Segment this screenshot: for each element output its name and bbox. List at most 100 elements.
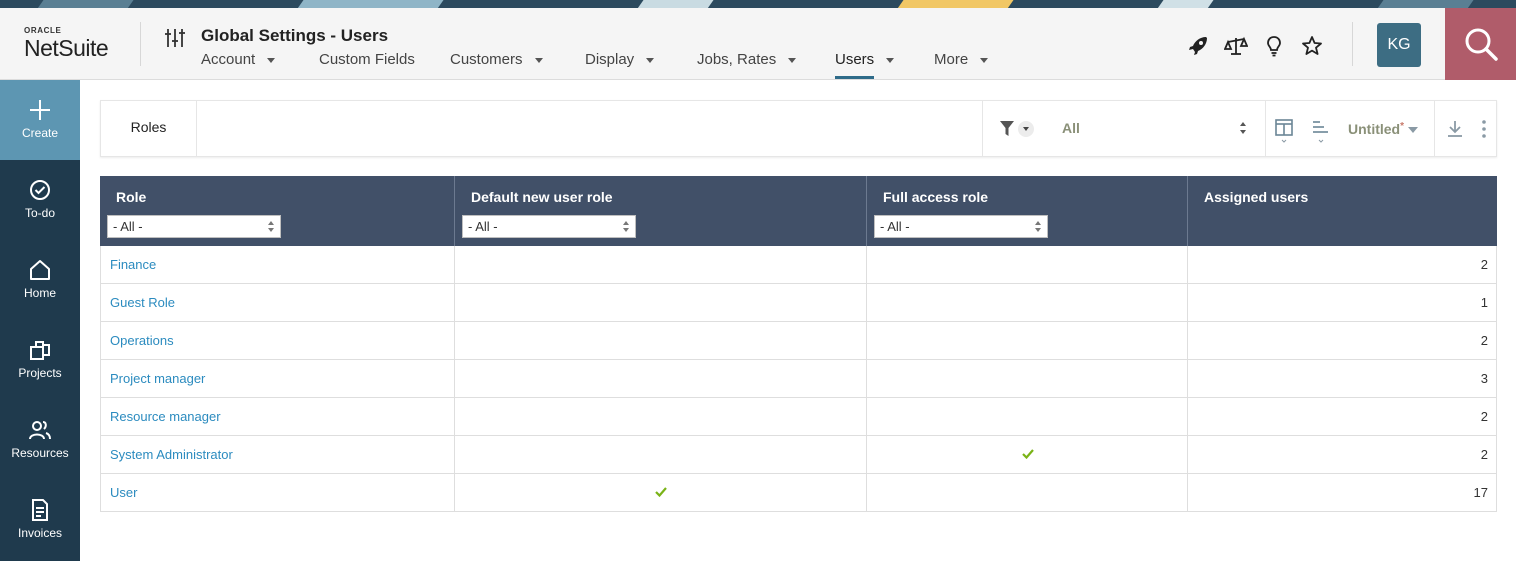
sidebar-item-label: Home	[23, 286, 56, 300]
table-row: Guest Role 1	[100, 284, 1497, 322]
chevron-down-icon	[1408, 127, 1419, 134]
chevron-down-icon	[646, 57, 655, 63]
default-role-filter-select[interactable]: - All -	[462, 215, 636, 238]
filter-value[interactable]: All	[1062, 120, 1080, 136]
nav-more[interactable]: More	[934, 51, 989, 81]
sidebar-item-label: Projects	[18, 366, 62, 380]
column-label: Assigned users	[1204, 189, 1309, 205]
sidebar-item-home[interactable]: Home	[0, 240, 80, 320]
check-circle-icon	[30, 180, 50, 200]
cell-full-access-role	[867, 284, 1188, 322]
rocket-icon[interactable]	[1186, 34, 1210, 58]
nav-label: Custom Fields	[319, 51, 415, 68]
table-header: Role - All - Default new user role - All…	[100, 176, 1497, 246]
table-row: Resource manager 2	[100, 398, 1497, 436]
role-link[interactable]: Guest Role	[101, 295, 175, 310]
role-link[interactable]: Resource manager	[101, 409, 221, 424]
global-search-button[interactable]	[1445, 8, 1516, 80]
sidebar-item-resources[interactable]: Resources	[0, 400, 80, 480]
page-title: Global Settings - Users	[201, 26, 389, 45]
nav-account[interactable]: Account	[201, 51, 276, 81]
view-name: Untitled	[1348, 121, 1401, 137]
invoice-icon	[32, 499, 48, 521]
logo-oracle-text: ORACLE	[24, 26, 62, 35]
cell-default-new-user-role	[455, 436, 867, 474]
chevron-down-icon	[886, 57, 895, 63]
cell-default-new-user-role	[455, 360, 867, 398]
cell-assigned-users: 2	[1188, 436, 1497, 474]
column-header-default-new-user-role: Default new user role - All -	[455, 176, 867, 246]
nav-label: Customers	[450, 51, 523, 68]
netsuite-logo[interactable]: ORACLE NetSuite	[24, 26, 124, 62]
cell-role: Resource manager	[100, 398, 455, 436]
nav-jobs-rates[interactable]: Jobs, Rates	[697, 51, 797, 81]
select-value: - All -	[880, 219, 910, 234]
cell-role: System Administrator	[100, 436, 455, 474]
sidebar-item-invoices[interactable]: Invoices	[0, 480, 80, 560]
select-arrows-icon	[1035, 221, 1041, 232]
cell-assigned-users: 1	[1188, 284, 1497, 322]
nav-label: Account	[201, 51, 256, 68]
cell-full-access-role	[867, 360, 1188, 398]
cell-full-access-role	[867, 436, 1188, 474]
user-avatar[interactable]: KG	[1377, 23, 1421, 67]
search-icon	[1465, 28, 1498, 61]
people-icon	[29, 421, 51, 440]
cell-role: Guest Role	[100, 284, 455, 322]
cell-full-access-role	[867, 246, 1188, 284]
table-row: Project manager 3	[100, 360, 1497, 398]
cell-role: Project manager	[100, 360, 455, 398]
download-icon[interactable]	[1446, 119, 1464, 139]
list-toolbar: Roles All Untitled*	[100, 100, 1497, 157]
role-filter-select[interactable]: - All -	[107, 215, 281, 238]
role-link[interactable]: System Administrator	[101, 447, 233, 462]
scale-icon[interactable]	[1224, 34, 1248, 58]
full-access-filter-select[interactable]: - All -	[874, 215, 1048, 238]
sidebar-item-label: Resources	[11, 446, 69, 460]
nav-display[interactable]: Display	[585, 51, 655, 81]
chevron-down-icon	[980, 57, 989, 63]
sidebar-item-todo[interactable]: To-do	[0, 160, 80, 240]
column-label: Full access role	[883, 189, 989, 205]
nav-label: Jobs, Rates	[697, 51, 777, 68]
chevron-down-icon	[788, 57, 797, 63]
sidebar-item-projects[interactable]: Projects	[0, 320, 80, 400]
nav-label: Display	[585, 51, 635, 68]
role-link[interactable]: Finance	[101, 257, 156, 272]
columns-icon[interactable]	[1275, 119, 1293, 143]
select-arrows-icon	[268, 221, 274, 232]
sort-icon[interactable]	[1312, 119, 1330, 143]
star-icon[interactable]	[1300, 34, 1324, 58]
select-arrows-icon	[623, 221, 629, 232]
cell-role: User	[100, 474, 455, 512]
nav-custom-fields[interactable]: Custom Fields	[319, 51, 415, 81]
sidebar-item-create[interactable]: Create	[0, 80, 80, 160]
table-row: Finance 2	[100, 246, 1497, 284]
cell-full-access-role	[867, 474, 1188, 512]
header-divider	[1352, 22, 1353, 66]
projects-icon	[30, 341, 50, 360]
cell-default-new-user-role	[455, 284, 867, 322]
cell-assigned-users: 3	[1188, 360, 1497, 398]
column-header-full-access-role: Full access role - All -	[867, 176, 1188, 246]
plus-icon	[30, 100, 50, 120]
nav-users[interactable]: Users	[835, 51, 895, 81]
sliders-icon	[165, 29, 185, 47]
select-arrows-icon[interactable]	[1239, 121, 1247, 135]
saved-view-selector[interactable]: Untitled*	[1348, 121, 1419, 137]
checkmark-icon	[655, 487, 667, 497]
checkmark-icon	[1022, 449, 1034, 459]
nav-customers[interactable]: Customers	[450, 51, 543, 81]
role-link[interactable]: Project manager	[101, 371, 205, 386]
nav-label: More	[934, 51, 969, 68]
role-link[interactable]: Operations	[101, 333, 174, 348]
role-link[interactable]: User	[101, 485, 137, 500]
cell-default-new-user-role	[455, 246, 867, 284]
column-label: Role	[116, 189, 147, 205]
filter-dropdown-toggle[interactable]	[1018, 121, 1034, 137]
filter-icon[interactable]	[999, 120, 1015, 138]
cell-full-access-role	[867, 322, 1188, 360]
lightbulb-icon[interactable]	[1262, 34, 1286, 58]
more-options-icon[interactable]	[1481, 119, 1487, 139]
select-value: - All -	[113, 219, 143, 234]
